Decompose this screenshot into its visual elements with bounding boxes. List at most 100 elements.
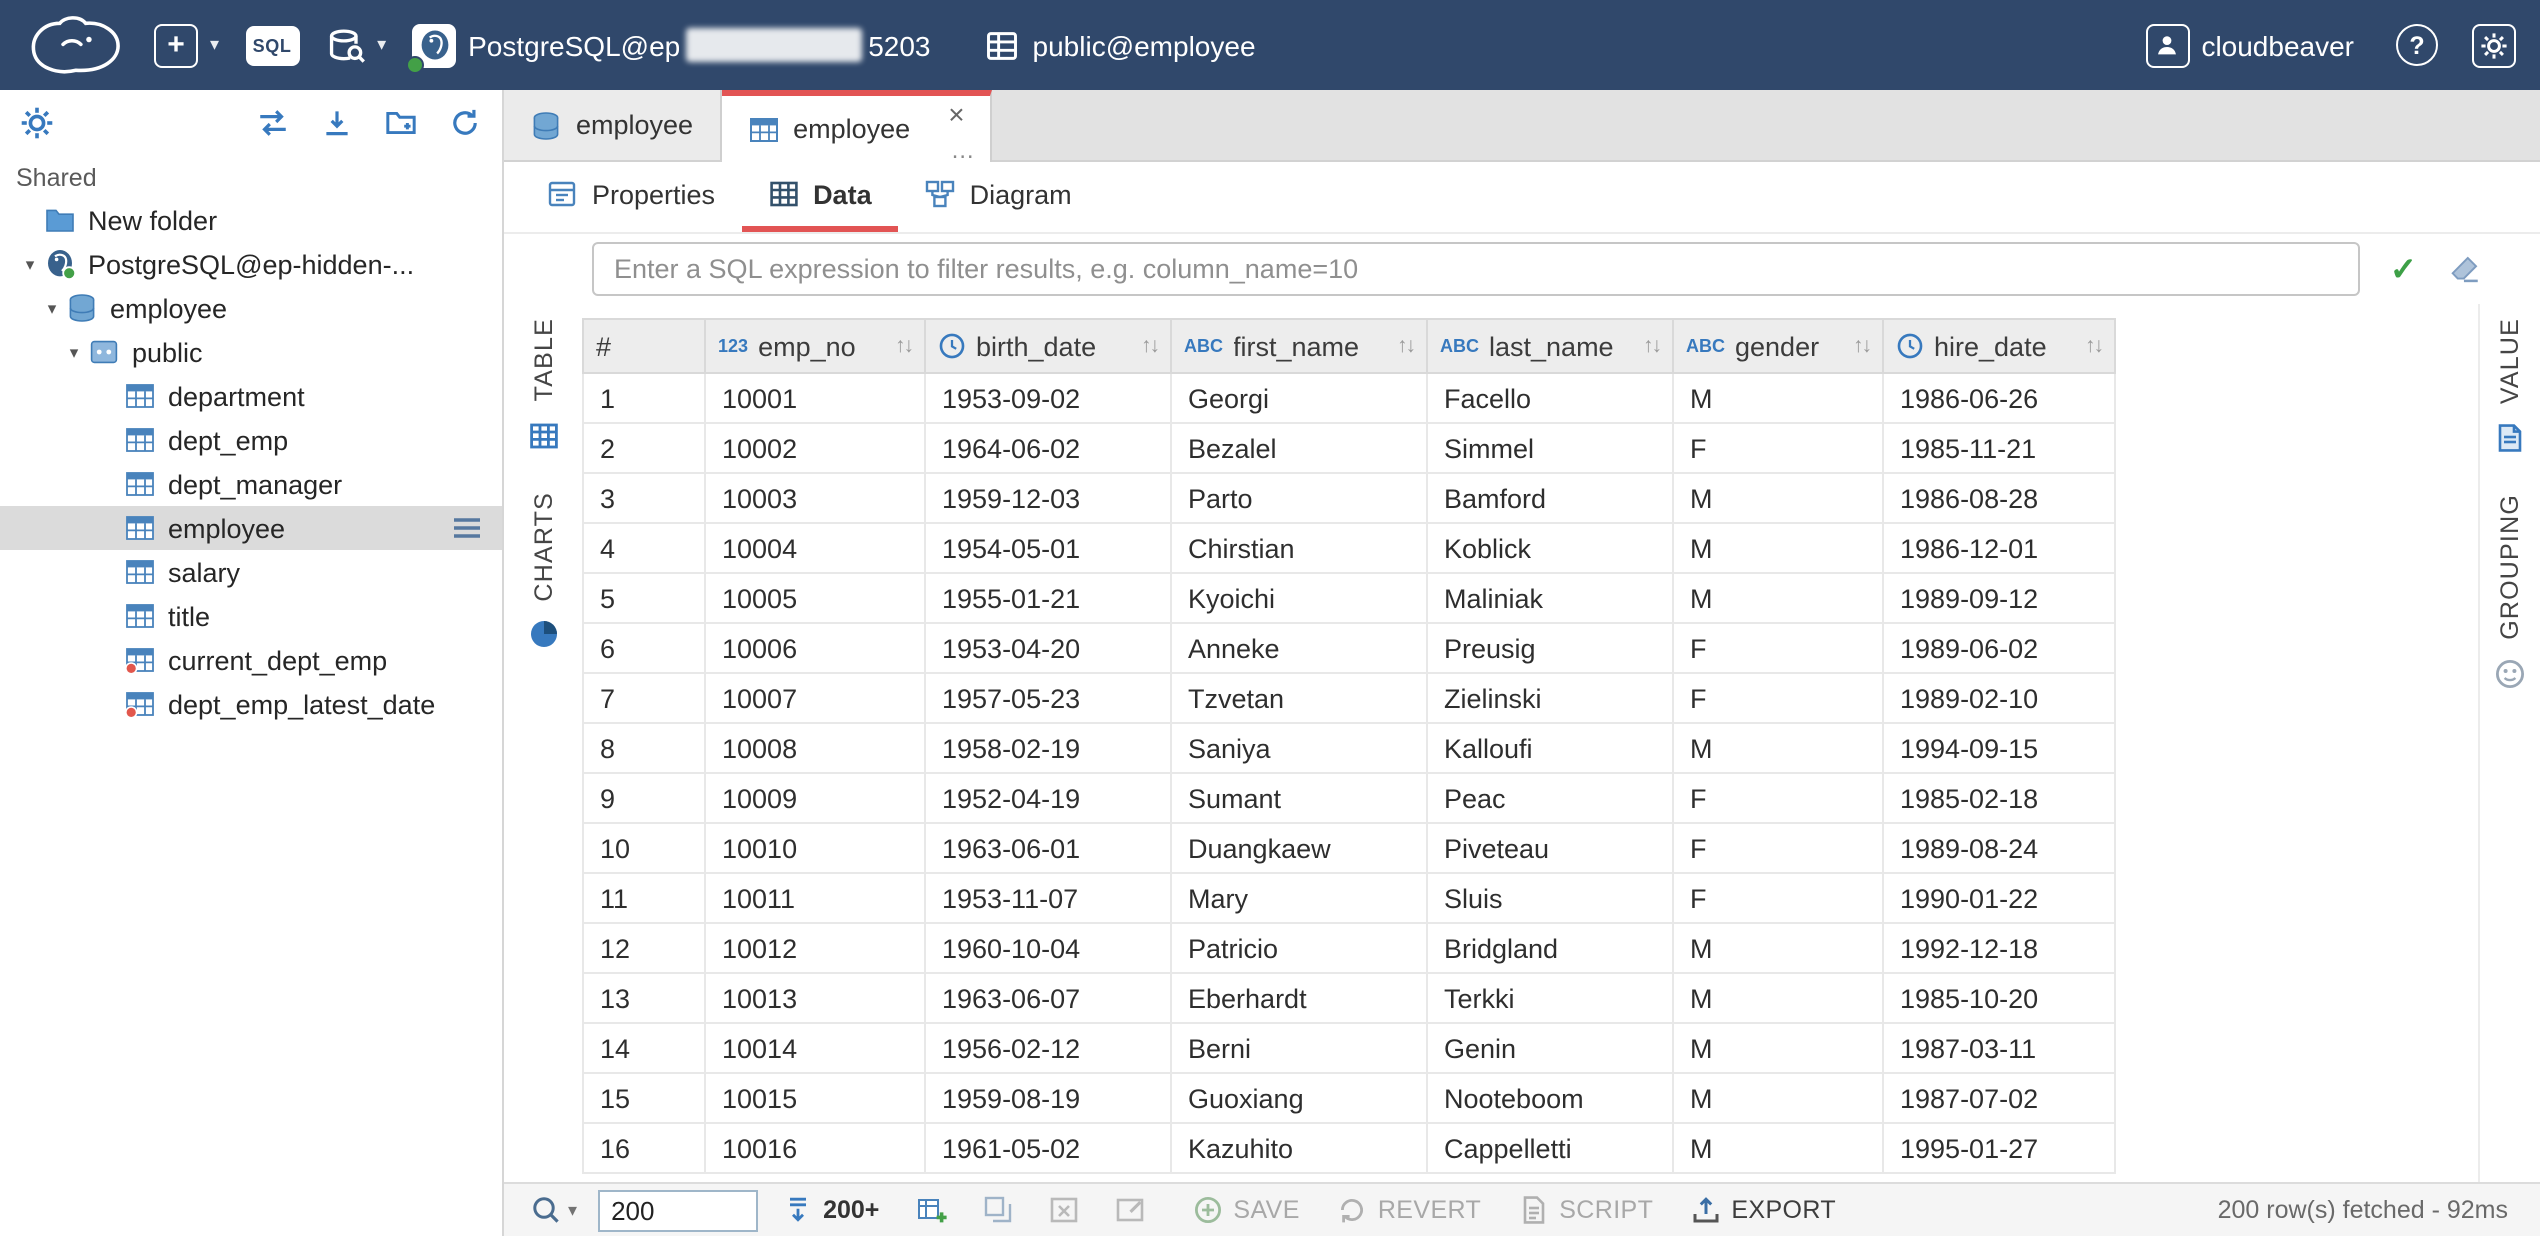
row-number-cell[interactable]: 10 xyxy=(583,823,705,873)
tree-item-dept-emp[interactable]: dept_emp xyxy=(0,418,502,462)
data-cell-emp_no[interactable]: 10013 xyxy=(705,973,925,1023)
tab-employee-table[interactable]: employee × … xyxy=(721,90,992,162)
data-cell-last_name[interactable]: Cappelletti xyxy=(1427,1123,1673,1173)
grouping-panel-switch[interactable]: GROUPING xyxy=(2494,494,2526,690)
data-cell-last_name[interactable]: Simmel xyxy=(1427,423,1673,473)
data-cell-birth_date[interactable]: 1952-04-19 xyxy=(925,773,1171,823)
data-cell-emp_no[interactable]: 10001 xyxy=(705,373,925,423)
data-cell-last_name[interactable]: Nooteboom xyxy=(1427,1073,1673,1123)
data-cell-birth_date[interactable]: 1963-06-01 xyxy=(925,823,1171,873)
sort-icon[interactable]: ↑↓ xyxy=(1643,334,1660,358)
data-cell-first_name[interactable]: Berni xyxy=(1171,1023,1427,1073)
tree-item-dept-emp-latest-date[interactable]: dept_emp_latest_date xyxy=(0,682,502,726)
data-cell-gender[interactable]: F xyxy=(1673,423,1883,473)
settings-button[interactable] xyxy=(2472,23,2516,67)
column-header-last_name[interactable]: ABClast_name↑↓ xyxy=(1427,319,1673,373)
data-cell-hire_date[interactable]: 1989-08-24 xyxy=(1883,823,2115,873)
data-cell-hire_date[interactable]: 1994-09-15 xyxy=(1883,723,2115,773)
row-number-cell[interactable]: 6 xyxy=(583,623,705,673)
sort-icon[interactable]: ↑↓ xyxy=(2085,334,2102,358)
data-cell-birth_date[interactable]: 1961-05-02 xyxy=(925,1123,1171,1173)
tree-item-title[interactable]: title xyxy=(0,594,502,638)
data-cell-emp_no[interactable]: 10005 xyxy=(705,573,925,623)
data-cell-gender[interactable]: F xyxy=(1673,623,1883,673)
revert-button[interactable]: REVERT xyxy=(1318,1194,1499,1226)
data-cell-last_name[interactable]: Peac xyxy=(1427,773,1673,823)
data-cell-last_name[interactable]: Sluis xyxy=(1427,873,1673,923)
data-cell-gender[interactable]: M xyxy=(1673,923,1883,973)
data-cell-gender[interactable]: M xyxy=(1673,1123,1883,1173)
connection-selector[interactable]: PostgreSQL@ep5203 xyxy=(412,23,930,67)
data-cell-emp_no[interactable]: 10016 xyxy=(705,1123,925,1173)
row-number-cell[interactable]: 11 xyxy=(583,873,705,923)
data-cell-birth_date[interactable]: 1953-11-07 xyxy=(925,873,1171,923)
connection-search-button[interactable]: ▾ xyxy=(325,25,386,65)
data-cell-hire_date[interactable]: 1987-07-02 xyxy=(1883,1073,2115,1123)
user-menu-button[interactable]: cloudbeaver xyxy=(2145,23,2354,67)
data-cell-hire_date[interactable]: 1987-03-11 xyxy=(1883,1023,2115,1073)
data-cell-hire_date[interactable]: 1995-01-27 xyxy=(1883,1123,2115,1173)
chevron-down-icon[interactable]: ▾ xyxy=(16,253,44,275)
sort-icon[interactable]: ↑↓ xyxy=(895,334,912,358)
row-number-cell[interactable]: 13 xyxy=(583,973,705,1023)
data-cell-first_name[interactable]: Anneke xyxy=(1171,623,1427,673)
data-cell-gender[interactable]: M xyxy=(1673,523,1883,573)
data-cell-birth_date[interactable]: 1954-05-01 xyxy=(925,523,1171,573)
data-cell-last_name[interactable]: Bridgland xyxy=(1427,923,1673,973)
data-cell-gender[interactable]: M xyxy=(1673,723,1883,773)
sql-editor-button[interactable]: SQL xyxy=(245,25,299,65)
data-cell-hire_date[interactable]: 1990-01-22 xyxy=(1883,873,2115,923)
data-cell-birth_date[interactable]: 1958-02-19 xyxy=(925,723,1171,773)
data-cell-first_name[interactable]: Guoxiang xyxy=(1171,1073,1427,1123)
data-cell-hire_date[interactable]: 1989-06-02 xyxy=(1883,623,2115,673)
data-cell-gender[interactable]: F xyxy=(1673,873,1883,923)
clear-filter-eraser-icon[interactable] xyxy=(2449,252,2483,286)
subtab-properties[interactable]: Properties xyxy=(520,162,741,232)
data-cell-first_name[interactable]: Kyoichi xyxy=(1171,573,1427,623)
data-cell-hire_date[interactable]: 1986-12-01 xyxy=(1883,523,2115,573)
sync-connections-icon[interactable] xyxy=(256,105,290,139)
tab-employee-database[interactable]: employee xyxy=(504,90,721,160)
data-cell-emp_no[interactable]: 10008 xyxy=(705,723,925,773)
data-cell-first_name[interactable]: Parto xyxy=(1171,473,1427,523)
help-button[interactable]: ? xyxy=(2396,24,2438,66)
data-cell-last_name[interactable]: Maliniak xyxy=(1427,573,1673,623)
data-cell-first_name[interactable]: Kazuhito xyxy=(1171,1123,1427,1173)
data-cell-last_name[interactable]: Terkki xyxy=(1427,973,1673,1023)
row-number-cell[interactable]: 12 xyxy=(583,923,705,973)
schema-selector[interactable]: public@employee xyxy=(985,27,1256,63)
refresh-tree-icon[interactable] xyxy=(448,105,482,139)
column-header-birth_date[interactable]: birth_date↑↓ xyxy=(925,319,1171,373)
apply-filter-icon[interactable]: ✓ xyxy=(2390,249,2417,289)
sort-icon[interactable]: ↑↓ xyxy=(1397,334,1414,358)
data-cell-gender[interactable]: M xyxy=(1673,373,1883,423)
row-menu-icon[interactable] xyxy=(452,516,482,546)
fetch-more-button[interactable]: 200+ xyxy=(781,1194,879,1226)
tab-overflow-icon[interactable]: … xyxy=(951,140,975,160)
data-cell-last_name[interactable]: Genin xyxy=(1427,1023,1673,1073)
data-cell-emp_no[interactable]: 10003 xyxy=(705,473,925,523)
data-cell-first_name[interactable]: Patricio xyxy=(1171,923,1427,973)
data-cell-birth_date[interactable]: 1964-06-02 xyxy=(925,423,1171,473)
data-cell-last_name[interactable]: Bamford xyxy=(1427,473,1673,523)
data-cell-gender[interactable]: M xyxy=(1673,573,1883,623)
data-cell-first_name[interactable]: Sumant xyxy=(1171,773,1427,823)
data-cell-birth_date[interactable]: 1953-04-20 xyxy=(925,623,1171,673)
data-cell-emp_no[interactable]: 10015 xyxy=(705,1073,925,1123)
row-number-cell[interactable]: 9 xyxy=(583,773,705,823)
subtab-diagram[interactable]: Diagram xyxy=(898,162,1098,232)
data-cell-hire_date[interactable]: 1985-11-21 xyxy=(1883,423,2115,473)
tree-item-salary[interactable]: salary xyxy=(0,550,502,594)
sort-icon[interactable]: ↑↓ xyxy=(1141,334,1158,358)
data-cell-gender[interactable]: F xyxy=(1673,823,1883,873)
new-object-button[interactable]: + ▾ xyxy=(154,23,219,67)
collapse-all-icon[interactable] xyxy=(320,105,354,139)
column-header-hire_date[interactable]: hire_date↑↓ xyxy=(1883,319,2115,373)
tree-item-current-dept-emp[interactable]: current_dept_emp xyxy=(0,638,502,682)
tree-item-new-folder[interactable]: New folder xyxy=(0,198,502,242)
data-cell-hire_date[interactable]: 1989-02-10 xyxy=(1883,673,2115,723)
sql-filter-input[interactable] xyxy=(592,242,2360,296)
data-cell-gender[interactable]: M xyxy=(1673,473,1883,523)
data-cell-last_name[interactable]: Kalloufi xyxy=(1427,723,1673,773)
refresh-results-button[interactable]: ▾ xyxy=(530,1194,577,1226)
